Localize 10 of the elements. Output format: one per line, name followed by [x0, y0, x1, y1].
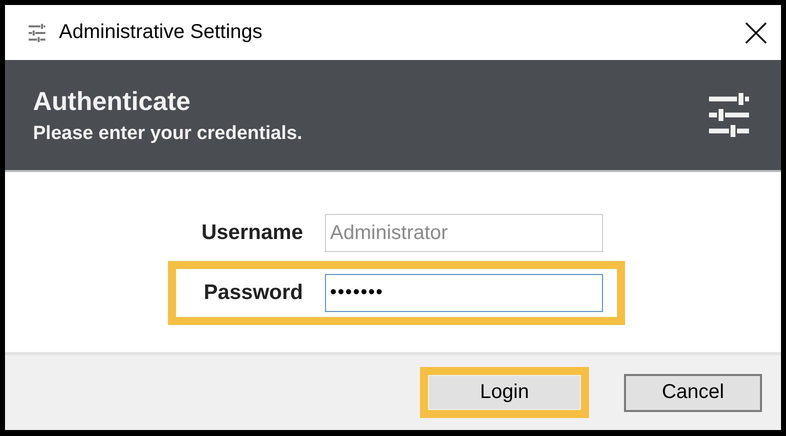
sliders-icon [27, 22, 47, 42]
window-title: Administrative Settings [59, 21, 264, 44]
field-label: Password [202, 281, 303, 305]
field-label: Username [200, 221, 303, 245]
dialog-button[interactable]: Login [429, 376, 580, 409]
header-subtitle: Please enter your credentials. [33, 122, 304, 144]
header-title: Authenticate [33, 86, 192, 116]
input-field[interactable]: ••••••• [325, 274, 603, 312]
close-icon[interactable] [745, 22, 767, 44]
dialog-button[interactable]: Cancel [624, 374, 762, 412]
